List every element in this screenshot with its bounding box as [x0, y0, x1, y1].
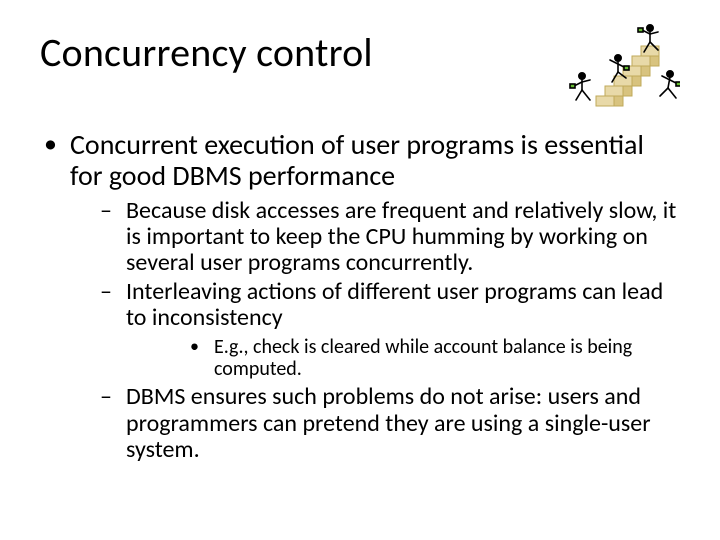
bullet-lvl3: E.g., check is cleared while account bal…: [126, 336, 680, 381]
slide-title: Concurrency control: [40, 28, 373, 77]
bullet-text: Concurrent execution of user programs is…: [70, 127, 644, 193]
bullet-text: E.g., check is cleared while account bal…: [214, 335, 632, 381]
bullet-lvl2: Interleaving actions of different user p…: [70, 279, 680, 381]
slide: Concurrency control: [0, 0, 720, 540]
bullet-lvl1: Concurrent execution of user programs is…: [40, 130, 680, 464]
bullet-text: Interleaving actions of different user p…: [126, 277, 663, 332]
bullet-text: DBMS ensures such problems do not arise:…: [126, 382, 651, 464]
bullet-lvl2: Because disk accesses are frequent and r…: [70, 198, 680, 277]
slide-body: Concurrent execution of user programs is…: [40, 130, 680, 470]
stairs-people-icon: [560, 20, 680, 115]
bullet-text: Because disk accesses are frequent and r…: [126, 196, 676, 278]
bullet-lvl2: DBMS ensures such problems do not arise:…: [70, 384, 680, 463]
